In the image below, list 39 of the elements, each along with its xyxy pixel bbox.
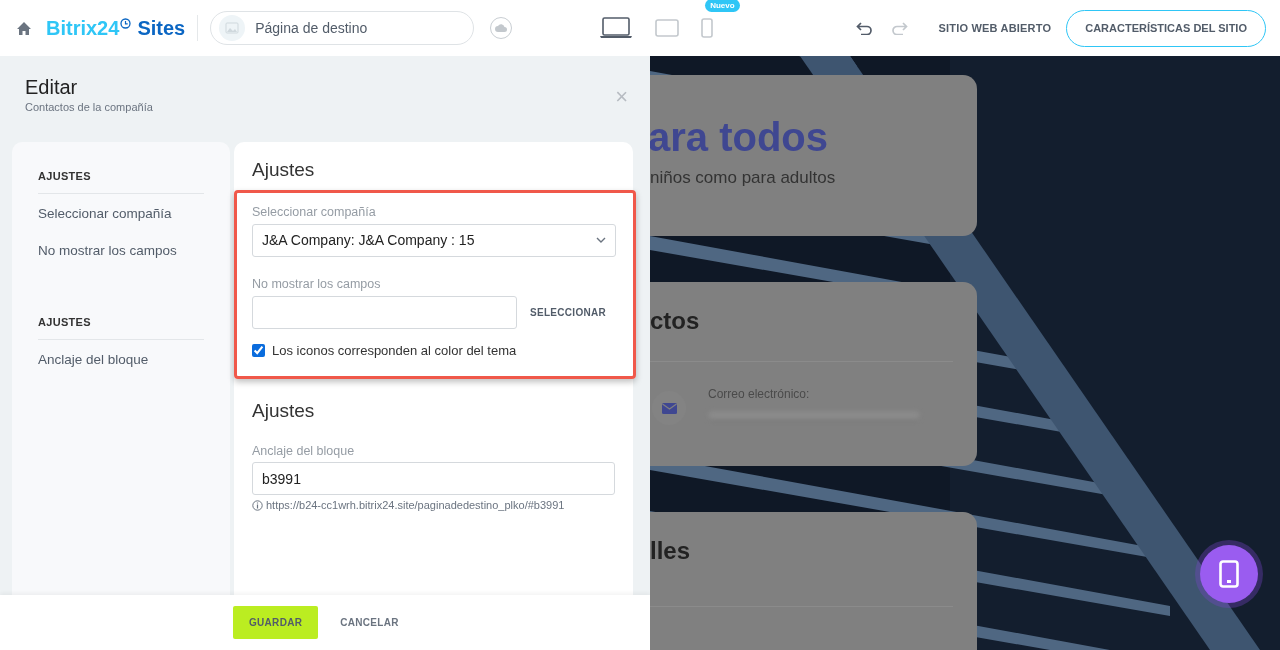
mail-icon [661, 402, 677, 414]
hero-text: niños como para adultos [650, 167, 837, 189]
panel-title: Editar [25, 75, 79, 99]
tablet-icon [1219, 560, 1239, 588]
checkbox-label: Los iconos corresponden al color del tema [272, 341, 517, 360]
company-select[interactable]: J&A Company: J&A Company : 15 [252, 223, 616, 257]
nav-item[interactable]: No mostrar los campos [38, 241, 204, 262]
field-label: No mostrar los campos [252, 275, 382, 293]
nav-heading: AJUSTES [38, 167, 204, 194]
hidden-fields-input[interactable] [252, 295, 517, 329]
clock-icon [120, 18, 132, 29]
info-icon [252, 500, 263, 511]
anchor-url: https://b24-cc1wrh.bitrix24.site/paginadedestino_plko/#b3991 [266, 498, 565, 514]
image-icon [219, 15, 246, 41]
nav-item[interactable]: Anclaje del bloque [38, 350, 204, 371]
logo-text: Bitrix24 [46, 16, 120, 41]
chevron-icon [596, 237, 606, 244]
save-button[interactable]: GUARDAR [233, 606, 319, 639]
field-label: Seleccionar compañía [252, 204, 377, 221]
cancel-button[interactable]: CANCELAR [334, 614, 405, 631]
nav-heading: AJUSTES [38, 313, 204, 340]
section-title: Ajustes [252, 399, 316, 423]
panel-subtitle: Contactos de la compañía [25, 100, 153, 115]
anchor-input[interactable]: b3991 [252, 462, 615, 496]
new-badge: Nuevo [705, 0, 740, 12]
undo-icon[interactable] [856, 21, 874, 35]
section-heading: ctos [650, 306, 701, 336]
laptop-icon[interactable] [599, 17, 634, 39]
field-label: Anclaje del bloque [252, 442, 356, 460]
home-icon[interactable] [16, 20, 32, 36]
section-title: Ajustes [252, 157, 316, 182]
site-features-button[interactable]: CARACTERÍSTICAS DEL SITIO [1066, 9, 1266, 47]
section-heading: lles [650, 536, 692, 566]
select-button[interactable]: SELECCIONAR [517, 304, 607, 320]
page-name: Página de destino [255, 18, 368, 38]
checkbox[interactable] [252, 343, 265, 357]
open-site-link[interactable]: SITIO WEB ABIERTO [938, 19, 1052, 37]
nav-item[interactable]: Seleccionar compañía [38, 204, 204, 225]
logo-text: Sites [137, 16, 186, 41]
